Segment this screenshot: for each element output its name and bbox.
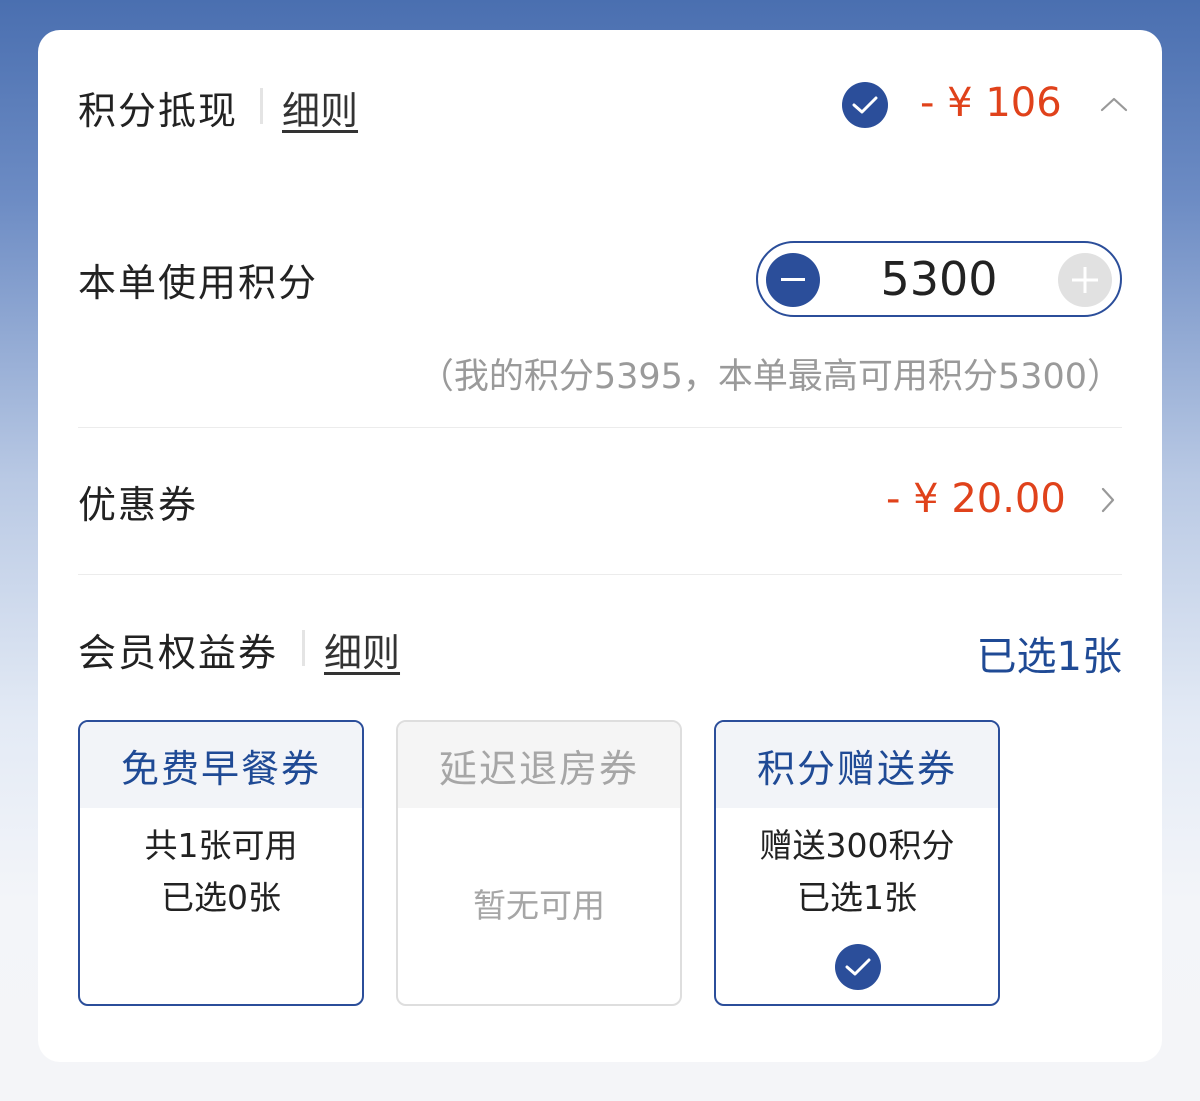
voucher-gift-detail: 赠送300积分 (759, 826, 955, 865)
voucher-card-breakfast[interactable]: 免费早餐券 共1张可用 已选0张 (78, 720, 364, 1006)
voucher-name: 延迟退房券 (398, 722, 680, 808)
title-separator (260, 88, 263, 124)
plus-icon (1072, 267, 1098, 293)
divider (78, 574, 1122, 575)
points-enabled-checkbox[interactable] (842, 82, 888, 128)
decrease-button[interactable] (766, 253, 820, 307)
voucher-card-late-checkout: 延迟退房券 暂无可用 (396, 720, 682, 1006)
voucher-unavailable: 暂无可用 (473, 886, 605, 925)
points-use-label: 本单使用积分 (78, 261, 319, 305)
coupon-discount-amount[interactable]: - ¥ 20.00 (886, 476, 1066, 522)
voucher-card-points-gift[interactable]: 积分赠送券 赠送300积分 已选1张 (714, 720, 1000, 1006)
payment-card: 积分抵现 细则 - ¥ 106 本单使用积分 5300 （我的积分5395，本单… (38, 30, 1162, 1062)
voucher-selected-check (835, 944, 881, 990)
points-discount-amount: - ¥ 106 (920, 80, 1062, 126)
points-rules-link[interactable]: 细则 (282, 80, 358, 135)
points-value[interactable]: 5300 (838, 249, 1040, 309)
points-stepper: 5300 (756, 241, 1122, 317)
voucher-selected: 已选1张 (797, 878, 917, 917)
selected-count-link[interactable]: 已选1张 (977, 624, 1122, 682)
points-title: 积分抵现 (78, 89, 239, 133)
title-separator (302, 630, 305, 666)
voucher-selected: 已选0张 (161, 878, 281, 917)
coupon-title: 优惠券 (78, 483, 199, 527)
voucher-available: 共1张可用 (144, 826, 298, 865)
voucher-name: 免费早餐券 (80, 722, 362, 808)
increase-button[interactable] (1058, 253, 1112, 307)
voucher-name: 积分赠送券 (716, 722, 998, 808)
chevron-right-icon[interactable] (1100, 486, 1116, 514)
checkmark-icon (852, 96, 878, 114)
divider (78, 427, 1122, 428)
checkmark-icon (845, 958, 871, 976)
member-rules-link[interactable]: 细则 (324, 622, 400, 677)
member-title: 会员权益券 (78, 631, 279, 675)
points-hint: （我的积分5395，本单最高可用积分5300） (418, 357, 1122, 397)
minus-icon (781, 278, 805, 281)
chevron-up-icon[interactable] (1100, 96, 1128, 112)
